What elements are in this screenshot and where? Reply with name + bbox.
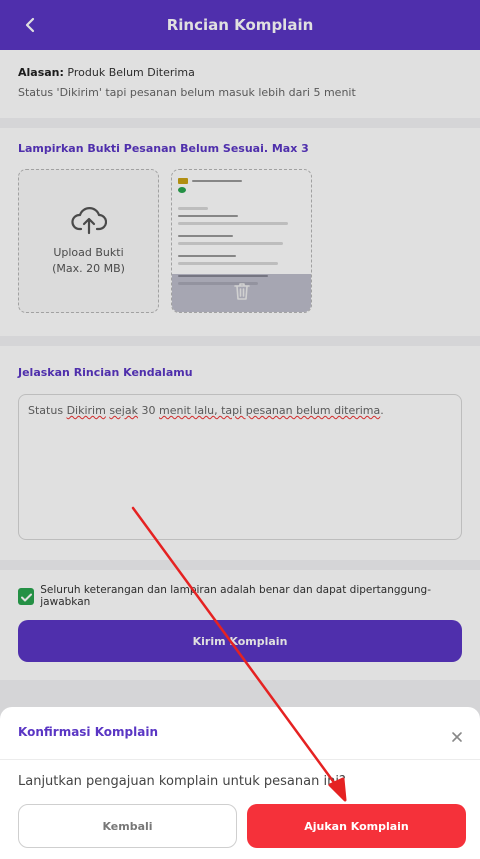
- dialog-message: Lanjutkan pengajuan komplain untuk pesan…: [18, 774, 346, 789]
- dialog-actions: Kembali Ajukan Komplain: [0, 789, 480, 848]
- confirm-dialog: Konfirmasi Komplain Lanjutkan pengajuan …: [0, 707, 480, 859]
- close-icon[interactable]: [450, 729, 464, 743]
- dialog-header: Konfirmasi Komplain: [0, 707, 480, 760]
- dialog-title: Konfirmasi Komplain: [18, 725, 159, 739]
- confirm-complaint-button[interactable]: Ajukan Komplain: [247, 804, 466, 848]
- cancel-button[interactable]: Kembali: [18, 804, 237, 848]
